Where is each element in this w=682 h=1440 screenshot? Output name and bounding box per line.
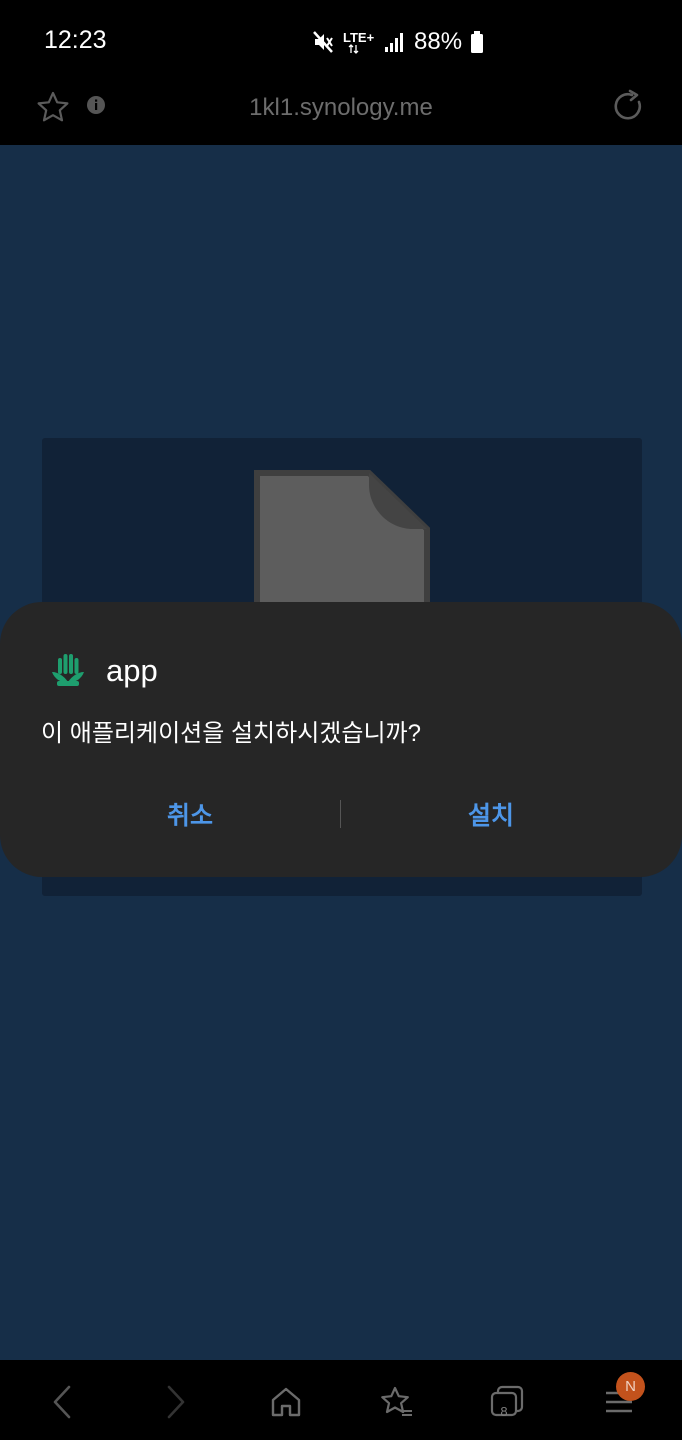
tab-count: 8 (500, 1403, 508, 1419)
back-icon[interactable] (40, 1380, 84, 1424)
reload-icon[interactable] (612, 89, 646, 128)
url-bar[interactable]: 1kl1.synology.me (0, 82, 682, 144)
lte-icon: LTE+ (342, 29, 376, 55)
status-time: 12:23 (44, 26, 107, 54)
mute-icon (312, 30, 334, 54)
lte-label: LTE+ (343, 30, 375, 45)
url-text[interactable]: 1kl1.synology.me (0, 94, 682, 122)
bottom-toolbar: 8 (0, 1360, 682, 1440)
forward-icon[interactable] (154, 1380, 198, 1424)
home-icon[interactable] (264, 1380, 308, 1424)
install-dialog: app 이 애플리케이션을 설치하시겠습니까? 취소 설치 (0, 602, 682, 877)
tabs-icon[interactable]: 8 (486, 1380, 530, 1424)
dialog-message: 이 애플리케이션을 설치하시겠습니까? (41, 720, 421, 747)
battery-percent: 88% (414, 28, 463, 55)
status-icons: LTE+ 88% (312, 26, 484, 58)
notification-badge: N (616, 1372, 645, 1401)
cancel-button[interactable]: 취소 (40, 794, 340, 838)
signal-icon (384, 31, 406, 53)
screen: 12:23 LTE+ 88% 1kl1.synology.me app 이 애플… (0, 0, 682, 1440)
install-button[interactable]: 설치 (341, 794, 641, 838)
app-name: app (106, 653, 158, 688)
status-bar: 12:23 LTE+ 88% (0, 0, 682, 82)
battery-icon (470, 30, 484, 54)
bookmarks-icon[interactable] (375, 1380, 419, 1424)
hand-leaf-icon (51, 652, 85, 693)
